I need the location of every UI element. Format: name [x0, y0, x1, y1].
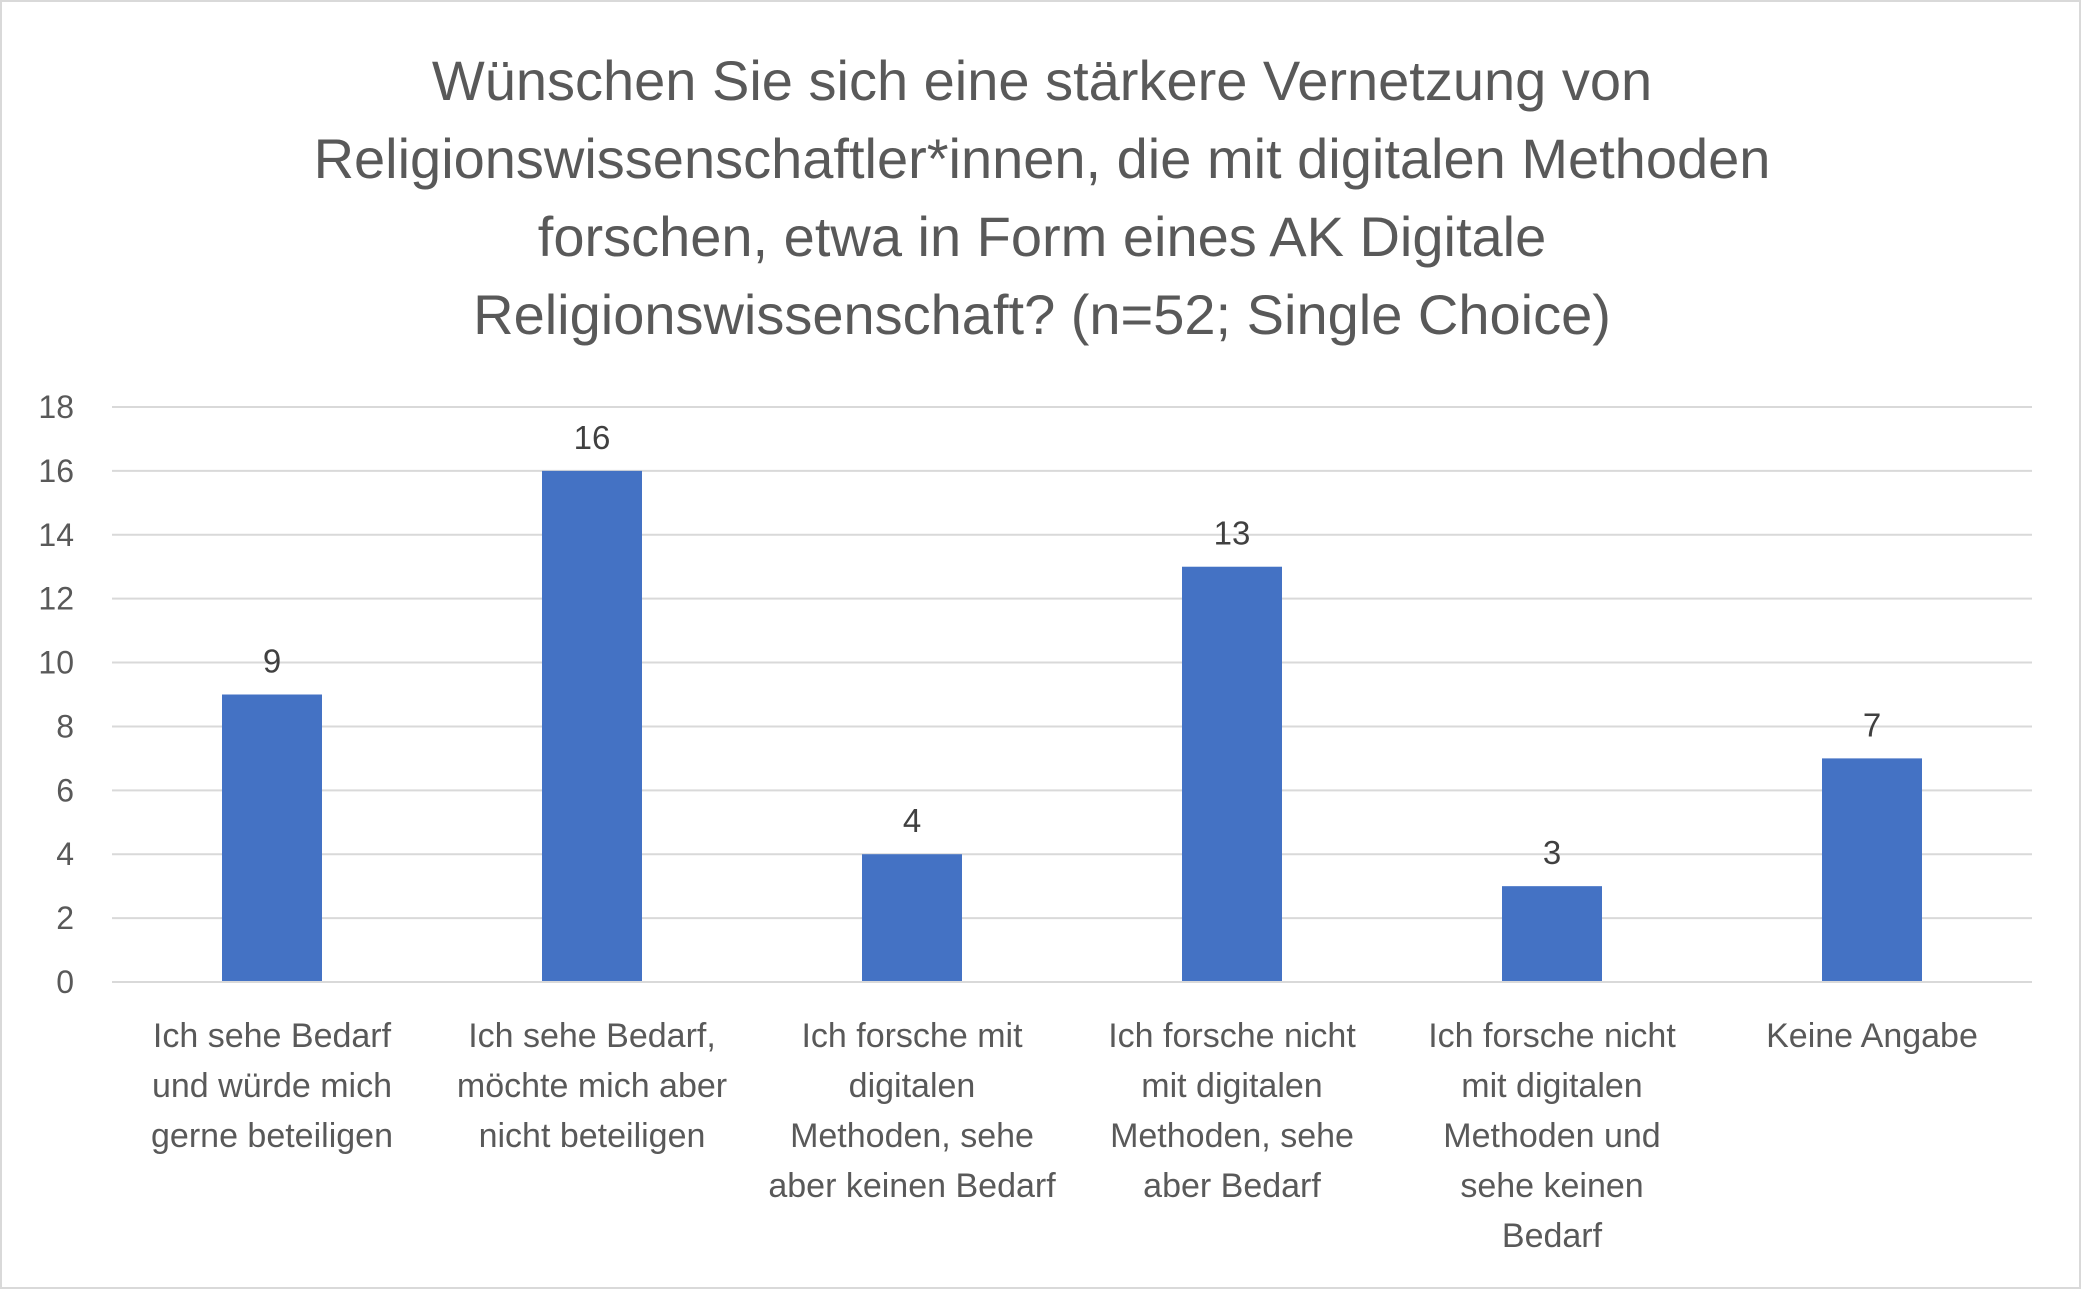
data-label: 9 — [263, 643, 281, 680]
y-tick-label: 16 — [38, 453, 74, 489]
y-tick-label: 2 — [56, 900, 74, 936]
bar — [222, 694, 322, 982]
y-tick-label: 8 — [56, 708, 74, 744]
x-category-label-line: möchte mich aber — [457, 1067, 727, 1105]
x-category-label-line: Ich sehe Bedarf — [153, 1017, 392, 1055]
y-tick-label: 10 — [38, 645, 74, 681]
y-tick-label: 6 — [56, 772, 74, 808]
data-label: 4 — [903, 802, 921, 839]
x-category-label: Ich sehe Bedarf und würde mich gerne betei… — [151, 1017, 393, 1155]
x-category-label: Ich forsche nicht mit digitalen Methoden, … — [1108, 1017, 1356, 1205]
x-category-label-line: Ich forsche nicht — [1428, 1017, 1676, 1055]
x-category-label-line: Ich forsche mit — [801, 1017, 1023, 1055]
x-category-label-line: Methoden, sehe — [790, 1117, 1034, 1155]
data-label: 13 — [1214, 515, 1251, 552]
data-label: 16 — [574, 419, 611, 456]
x-category-label-line: digitalen — [849, 1067, 976, 1105]
x-category-label-line: mit digitalen — [1461, 1067, 1642, 1105]
bar — [1502, 886, 1602, 982]
bar — [862, 854, 962, 982]
bar — [1182, 566, 1282, 982]
bar — [542, 470, 642, 982]
data-label: 7 — [1863, 706, 1881, 743]
x-category-label-line: aber Bedarf — [1143, 1167, 1321, 1205]
x-category-label-line: Keine Angabe — [1766, 1017, 1978, 1055]
x-category-label-line: und würde mich — [152, 1067, 392, 1105]
chart-frame: Wünschen Sie sich eine stärkere Vernetzu… — [0, 0, 2081, 1289]
x-category-label-line: Ich forsche nicht — [1108, 1017, 1356, 1055]
x-category-label: Ich forsche nicht mit digitalen Methoden u… — [1428, 1017, 1676, 1255]
x-category-label-line: Ich sehe Bedarf, — [468, 1017, 716, 1055]
x-category-label: Ich sehe Bedarf, möchte mich aber nicht be… — [457, 1017, 727, 1155]
x-category-label: Keine Angabe — [1766, 1017, 1978, 1055]
x-category-label-line: Methoden und — [1443, 1117, 1660, 1155]
x-category-label-line: nicht beteiligen — [479, 1117, 706, 1155]
x-category-label-line: mit digitalen — [1141, 1067, 1322, 1105]
bar — [1822, 758, 1922, 982]
y-tick-label: 14 — [38, 517, 74, 553]
y-tick-label: 4 — [56, 836, 74, 872]
x-category-label-line: aber keinen Bedarf — [768, 1167, 1056, 1205]
y-tick-label: 12 — [38, 581, 74, 617]
bar-chart: 0 2 4 6 8 10 12 14 16 18 9 Ich sehe Bedarf und würde… — [38, 389, 2032, 1255]
x-category-label-line: sehe keinen — [1460, 1167, 1643, 1205]
x-category-label-line: gerne beteiligen — [151, 1117, 393, 1155]
x-category-label-line: Methoden, sehe — [1110, 1117, 1354, 1155]
data-label: 3 — [1543, 834, 1561, 871]
y-tick-label: 0 — [56, 964, 74, 1000]
x-category-label: Ich forsche mit digitalen Methoden, sehe ab… — [768, 1017, 1056, 1205]
y-tick-label: 18 — [38, 389, 74, 425]
x-category-label-line: Bedarf — [1502, 1217, 1603, 1255]
